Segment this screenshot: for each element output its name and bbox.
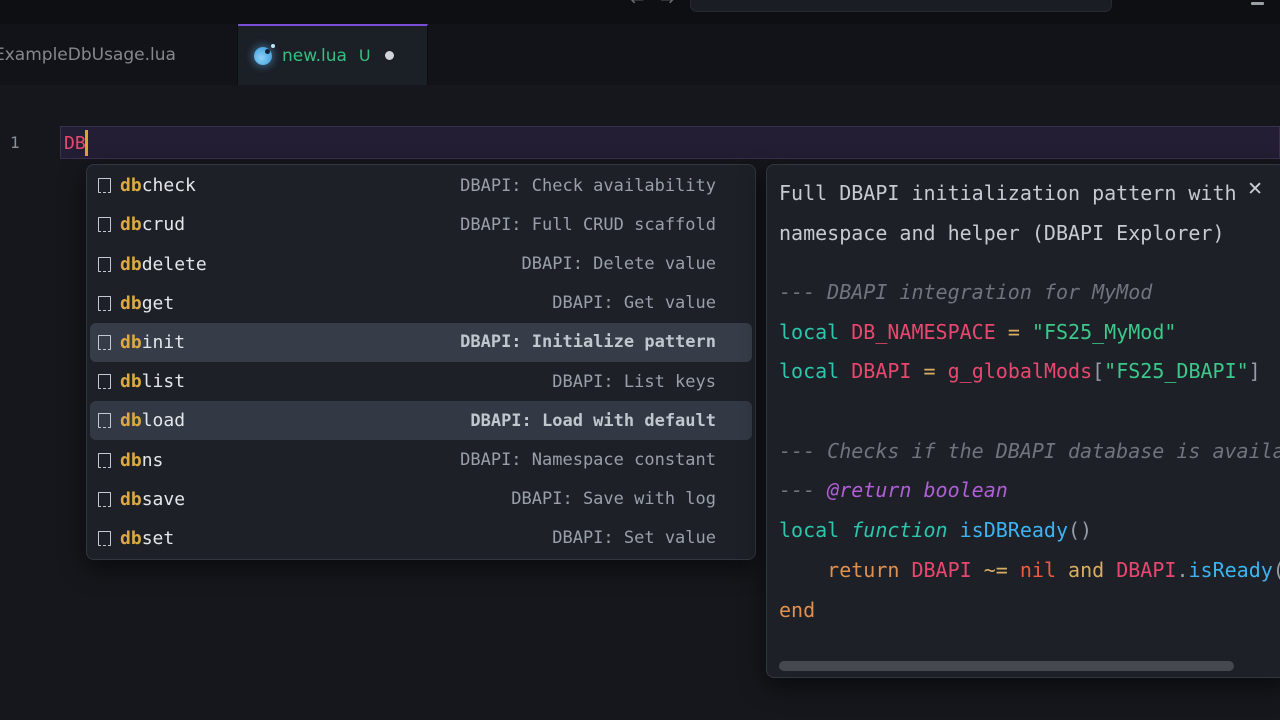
suggest-description: DBAPI: Save with log xyxy=(511,489,716,509)
editor-area[interactable]: 1 DB dbcheckDBAPI: Check availabilitydbc… xyxy=(0,85,1280,720)
tab-label: ExampleDbUsage.lua xyxy=(0,45,176,65)
forward-arrow-icon[interactable]: → xyxy=(660,0,674,10)
vscode-window: ← → ExampleDbUsage.lua new.lua U 1 DB db… xyxy=(0,0,1280,720)
suggest-label: dbsave xyxy=(120,489,185,510)
suggest-description: DBAPI: Namespace constant xyxy=(460,450,716,470)
suggest-item-dblist[interactable]: dblist DBAPI: List keys xyxy=(90,362,752,401)
docs-title: Full DBAPI initialization pattern with n… xyxy=(779,173,1255,253)
snippet-icon xyxy=(98,453,111,468)
suggest-label: dblist xyxy=(120,371,185,392)
snippet-icon xyxy=(98,335,111,350)
code-line: local DBAPI = g_globalMods["FS25_DBAPI"] xyxy=(779,352,1280,392)
suggest-description: DBAPI: Load with default xyxy=(470,411,716,431)
suggest-description: DBAPI: Get value xyxy=(552,293,716,313)
minimize-icon[interactable] xyxy=(1251,2,1264,5)
code-line: local function isDBReady() xyxy=(779,511,1280,551)
suggest-label: dbset xyxy=(120,528,174,549)
tab-new-lua[interactable]: new.lua U xyxy=(238,24,428,85)
code-line: --- Checks if the DBAPI database is avai… xyxy=(779,432,1280,472)
snippet-icon xyxy=(98,413,111,428)
current-line-highlight[interactable]: DB xyxy=(60,126,1280,159)
suggest-label: dbget xyxy=(120,293,174,314)
line-number: 1 xyxy=(10,126,20,159)
suggest-item-dbload[interactable]: dbload DBAPI: Load with default xyxy=(90,401,752,440)
tab-label: new.lua xyxy=(282,46,347,66)
horizontal-scrollbar[interactable] xyxy=(779,661,1234,671)
docs-code: --- DBAPI integration for MyModlocal DB_… xyxy=(779,273,1280,630)
code-line: local DB_NAMESPACE = "FS25_MyMod" xyxy=(779,313,1280,353)
suggest-label: dbcheck xyxy=(120,175,196,196)
tab-exampledbusage-lua[interactable]: ExampleDbUsage.lua xyxy=(0,24,238,85)
suggest-label: dbcrud xyxy=(120,214,185,235)
suggest-label: dbinit xyxy=(120,332,185,353)
suggest-description: DBAPI: Full CRUD scaffold xyxy=(460,215,716,235)
snippet-icon xyxy=(98,296,111,311)
typed-text: DB xyxy=(64,129,86,158)
suggest-item-dbsave[interactable]: dbsave DBAPI: Save with log xyxy=(90,480,752,519)
suggest-item-dbcheck[interactable]: dbcheck DBAPI: Check availability xyxy=(90,166,752,205)
suggest-description: DBAPI: Set value xyxy=(552,528,716,548)
tab-bar: ExampleDbUsage.lua new.lua U xyxy=(0,24,1280,86)
suggest-item-dbset[interactable]: dbset DBAPI: Set value xyxy=(90,519,752,558)
suggest-label: dbdelete xyxy=(120,254,207,275)
snippet-icon xyxy=(98,217,111,232)
suggest-item-dbinit[interactable]: dbinit DBAPI: Initialize pattern xyxy=(90,323,752,362)
suggest-label: dbload xyxy=(120,410,185,431)
suggest-description: DBAPI: Initialize pattern xyxy=(460,332,716,352)
suggest-item-dbcrud[interactable]: dbcrud DBAPI: Full CRUD scaffold xyxy=(90,205,752,244)
suggest-description: DBAPI: List keys xyxy=(552,372,716,392)
text-cursor xyxy=(85,130,88,156)
snippet-icon xyxy=(98,492,111,507)
close-icon[interactable]: ✕ xyxy=(1247,178,1263,200)
code-line: --- @return boolean xyxy=(779,471,1280,511)
snippet-icon xyxy=(98,178,111,193)
suggest-widget: dbcheck DBAPI: Check availability dbcrud DB… xyxy=(86,164,756,560)
suggest-description: DBAPI: Check availability xyxy=(460,176,716,196)
snippet-icon xyxy=(98,374,111,389)
code-line: return DBAPI ~= nil and DBAPI.isReady() xyxy=(779,551,1280,591)
suggest-item-dbns[interactable]: dbns DBAPI: Namespace constant xyxy=(90,440,752,479)
suggest-description: DBAPI: Delete value xyxy=(522,254,716,274)
lua-file-icon xyxy=(254,47,272,65)
suggest-item-dbdelete[interactable]: dbdelete DBAPI: Delete value xyxy=(90,244,752,283)
code-line: --- DBAPI integration for MyMod xyxy=(779,273,1280,313)
title-bar: ← → xyxy=(0,0,1280,25)
suggest-docs-panel: ✕ Full DBAPI initialization pattern with… xyxy=(766,164,1280,678)
git-status-badge: U xyxy=(359,46,371,65)
snippet-icon xyxy=(98,531,111,546)
code-line: end xyxy=(779,591,1280,631)
suggest-item-dbget[interactable]: dbget DBAPI: Get value xyxy=(90,284,752,323)
suggest-label: dbns xyxy=(120,450,163,471)
code-line xyxy=(779,392,1280,432)
snippet-icon xyxy=(98,257,111,272)
modified-dot-icon[interactable] xyxy=(385,51,394,60)
command-center-searchbox[interactable] xyxy=(690,0,1112,12)
back-arrow-icon[interactable]: ← xyxy=(630,0,644,10)
